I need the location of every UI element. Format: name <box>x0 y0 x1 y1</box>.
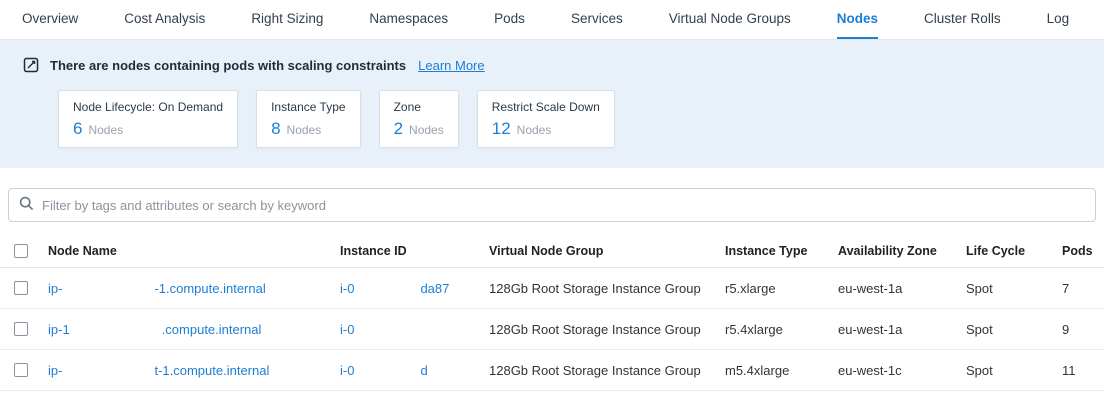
node-name-link[interactable]: .compute.internal <box>162 322 262 337</box>
card-value: 2 <box>394 119 403 139</box>
row-checkbox[interactable] <box>14 322 28 336</box>
tab-pods[interactable]: Pods <box>494 0 525 39</box>
card-label: Node Lifecycle: On Demand <box>73 100 223 114</box>
table-row: ip- -1.compute.internal i-0 da87 128Gb R… <box>0 268 1104 309</box>
tab-nodes[interactable]: Nodes <box>837 0 878 39</box>
tab-log[interactable]: Log <box>1047 0 1070 39</box>
tab-cost-analysis[interactable]: Cost Analysis <box>124 0 205 39</box>
select-all-checkbox[interactable] <box>14 244 28 258</box>
table-header-row: Node Name Instance ID Virtual Node Group… <box>0 234 1104 268</box>
card-unit: Nodes <box>88 123 123 137</box>
col-pods: Pods <box>1062 244 1104 258</box>
pods-cell: 9 <box>1062 322 1104 337</box>
card-label: Instance Type <box>271 100 346 114</box>
card-restrict-scale-down[interactable]: Restrict Scale Down 12 Nodes <box>477 90 615 148</box>
node-name-link[interactable]: ip-1 <box>48 322 70 337</box>
card-unit: Nodes <box>517 123 552 137</box>
card-value: 6 <box>73 119 82 139</box>
instance-id-link[interactable]: d <box>420 363 427 378</box>
life-cycle-cell: Spot <box>966 322 1062 337</box>
row-checkbox[interactable] <box>14 363 28 377</box>
vng-cell: 128Gb Root Storage Instance Group <box>489 363 725 378</box>
card-unit: Nodes <box>287 123 322 137</box>
card-value: 12 <box>492 119 511 139</box>
scaling-constraints-banner: There are nodes containing pods with sca… <box>0 40 1104 168</box>
col-life-cycle: Life Cycle <box>966 244 1062 258</box>
node-name-link[interactable]: t-1.compute.internal <box>154 363 269 378</box>
col-availability-zone: Availability Zone <box>838 244 966 258</box>
life-cycle-cell: Spot <box>966 363 1062 378</box>
availability-zone-cell: eu-west-1c <box>838 363 966 378</box>
tab-right-sizing[interactable]: Right Sizing <box>251 0 323 39</box>
tab-cluster-rolls[interactable]: Cluster Rolls <box>924 0 1001 39</box>
col-virtual-node-group: Virtual Node Group <box>489 244 725 258</box>
life-cycle-cell: Spot <box>966 281 1062 296</box>
search-icon <box>19 196 34 214</box>
card-label: Zone <box>394 100 444 114</box>
node-name-link[interactable]: ip- <box>48 363 62 378</box>
instance-type-cell: r5.xlarge <box>725 281 838 296</box>
scaling-constraint-icon <box>22 56 40 74</box>
instance-id-link[interactable]: i-0 <box>340 281 354 296</box>
card-value: 8 <box>271 119 280 139</box>
pods-cell: 7 <box>1062 281 1104 296</box>
availability-zone-cell: eu-west-1a <box>838 322 966 337</box>
tab-namespaces[interactable]: Namespaces <box>369 0 448 39</box>
table-row: ip-1 .compute.internal i-0 128Gb Root St… <box>0 309 1104 350</box>
node-name-link[interactable]: ip- <box>48 281 62 296</box>
nodes-table: Node Name Instance ID Virtual Node Group… <box>0 234 1104 391</box>
banner-message: There are nodes containing pods with sca… <box>50 58 406 73</box>
col-instance-type: Instance Type <box>725 244 838 258</box>
card-unit: Nodes <box>409 123 444 137</box>
learn-more-link[interactable]: Learn More <box>418 58 484 73</box>
card-instance-type[interactable]: Instance Type 8 Nodes <box>256 90 361 148</box>
instance-id-link[interactable]: i-0 <box>340 322 354 337</box>
instance-type-cell: m5.4xlarge <box>725 363 838 378</box>
tab-services[interactable]: Services <box>571 0 623 39</box>
tab-virtual-node-groups[interactable]: Virtual Node Groups <box>669 0 791 39</box>
col-node-name: Node Name <box>48 244 340 258</box>
instance-id-link[interactable]: da87 <box>420 281 449 296</box>
card-node-lifecycle[interactable]: Node Lifecycle: On Demand 6 Nodes <box>58 90 238 148</box>
col-instance-id: Instance ID <box>340 244 489 258</box>
search-input[interactable] <box>42 198 1085 213</box>
availability-zone-cell: eu-west-1a <box>838 281 966 296</box>
vng-cell: 128Gb Root Storage Instance Group <box>489 281 725 296</box>
node-name-link[interactable]: -1.compute.internal <box>154 281 265 296</box>
card-label: Restrict Scale Down <box>492 100 600 114</box>
table-row: ip- t-1.compute.internal i-0 d 128Gb Roo… <box>0 350 1104 391</box>
instance-id-link[interactable]: i-0 <box>340 363 354 378</box>
constraint-cards: Node Lifecycle: On Demand 6 Nodes Instan… <box>58 90 1082 148</box>
tab-overview[interactable]: Overview <box>22 0 78 39</box>
tab-bar: Overview Cost Analysis Right Sizing Name… <box>0 0 1104 40</box>
pods-cell: 11 <box>1062 363 1104 378</box>
row-checkbox[interactable] <box>14 281 28 295</box>
search-box <box>8 188 1096 222</box>
instance-type-cell: r5.4xlarge <box>725 322 838 337</box>
vng-cell: 128Gb Root Storage Instance Group <box>489 322 725 337</box>
card-zone[interactable]: Zone 2 Nodes <box>379 90 459 148</box>
